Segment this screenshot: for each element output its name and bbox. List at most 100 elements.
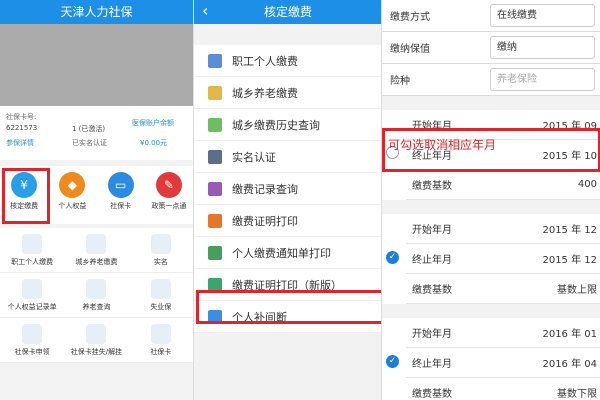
menu-item-label: 缴费证明打印（新版）	[232, 278, 342, 292]
grid-item-label: 社保卡	[150, 348, 172, 356]
grid-item[interactable]: 社保卡挂失/解挂	[64, 318, 128, 362]
field-label: 缴纳保值	[390, 44, 430, 55]
card-status: 1 (已激活)	[72, 125, 106, 133]
grid-item-label: 养老查询	[82, 303, 111, 311]
menu-item-label: 城乡缴费历史查询	[232, 118, 320, 132]
row-label: 缴费基数	[412, 285, 452, 296]
period-row: 开始年月 2015 年 12	[406, 214, 600, 244]
menu-item-label: 城乡养老缴费	[232, 86, 298, 100]
period-block: 开始年月 2015 年 12 终止年月 2015 年 12 缴费基数 基数上限 ✓	[382, 214, 600, 304]
menu-item-label: 缴费证明打印	[232, 214, 298, 228]
row-value: 2015 年 09	[542, 121, 597, 132]
menu-item[interactable]: 缴费证明打印	[194, 205, 382, 237]
row-value: 400	[577, 179, 597, 190]
policy-icon: ✎	[155, 172, 182, 198]
grid-item-label: 实名	[153, 258, 168, 266]
document-icon	[208, 53, 222, 68]
notice-icon	[208, 245, 222, 260]
grid-item[interactable]: 社保卡	[129, 318, 193, 362]
row-label: 终止年月	[412, 255, 452, 266]
menu-item[interactable]: 缴费记录查询	[194, 173, 382, 205]
icon-label: 核定缴费	[10, 202, 39, 210]
row-label: 终止年月	[412, 359, 452, 370]
row-label: 缴费基数	[412, 181, 452, 192]
rights-icon: ◆	[59, 172, 86, 198]
app-header: 天津人力社保	[0, 0, 193, 24]
icon-label: 个人权益	[58, 202, 87, 210]
detail-link[interactable]: 参保详情	[6, 138, 34, 148]
payment-method-select[interactable]: 在线缴费	[490, 4, 595, 27]
period-row: 缴费基数 基数下限	[406, 378, 600, 400]
service-icon	[150, 279, 171, 299]
menu-item[interactable]: 城乡缴费历史查询	[194, 109, 382, 141]
menu-item[interactable]: 缴费证明打印（新版）	[194, 269, 382, 301]
insurance-select[interactable]: 养老保险	[490, 68, 595, 91]
period-row: 缴费基数 400	[406, 170, 600, 200]
form-row-payment-method: 缴费方式 在线缴费	[382, 0, 600, 32]
icon-policy[interactable]: ✎ 政策一点通	[146, 172, 192, 211]
check-icon[interactable]: ✓	[386, 355, 399, 368]
card-label: 社保卡号:	[6, 113, 37, 121]
card-icon	[208, 309, 222, 324]
field-label: 险种	[390, 76, 410, 87]
record-icon	[208, 181, 222, 196]
menu-item[interactable]: 城乡养老缴费	[194, 77, 382, 109]
menu-item[interactable]: 个人缴费通知单打印	[194, 237, 382, 269]
row-label: 开始年月	[412, 121, 452, 132]
row-value: 基数下限	[557, 389, 597, 400]
app-title: 天津人力社保	[60, 5, 133, 19]
service-icon	[86, 324, 107, 344]
back-icon[interactable]: ‹	[202, 0, 208, 22]
card-number: 6221573	[6, 124, 38, 132]
service-icon	[86, 279, 107, 299]
row-value: 2016 年 01	[542, 329, 597, 340]
icon-assess-payment[interactable]: ¥ 核定缴费	[1, 172, 47, 211]
grid-row: 职工个人缴费 城乡养老缴费 实名	[0, 228, 193, 273]
grid-item[interactable]: 社保卡申领	[0, 318, 64, 362]
field-label: 缴费方式	[390, 12, 430, 23]
id-card-icon	[208, 149, 222, 164]
icon-social-card[interactable]: ▭ 社保卡	[98, 172, 144, 211]
history-icon	[208, 117, 222, 132]
check-icon[interactable]: ✓	[386, 251, 399, 264]
grid-item[interactable]: 实名	[129, 228, 193, 272]
icon-label: 社保卡	[110, 202, 132, 210]
service-icon	[22, 324, 43, 344]
icon-personal-rights[interactable]: ◆ 个人权益	[49, 172, 95, 211]
menu-item-label: 实名认证	[232, 150, 276, 164]
grid-item-label: 个人权益记录单	[7, 303, 57, 311]
print-icon	[208, 277, 222, 292]
row-value: 2015 年 12	[542, 225, 597, 236]
payment-menu-screen: ‹ 核定缴费 职工个人缴费 城乡养老缴费 城乡缴费历史查询 实名认证 缴费记录查…	[193, 0, 382, 400]
grid-item[interactable]: 个人权益记录单	[0, 273, 64, 317]
menu-item[interactable]: 实名认证	[194, 141, 382, 173]
period-block: 开始年月 2016 年 01 终止年月 2016 年 04 缴费基数 基数下限 ✓	[382, 318, 600, 400]
payment-menu: 职工个人缴费 城乡养老缴费 城乡缴费历史查询 实名认证 缴费记录查询 缴费证明打…	[194, 45, 382, 333]
service-icon	[86, 234, 107, 254]
row-value: 2015 年 10	[542, 151, 597, 162]
period-row: 开始年月 2016 年 01	[406, 318, 600, 348]
row-value: 2016 年 04	[542, 359, 597, 370]
period-row: 终止年月 2016 年 04	[406, 348, 600, 378]
menu-item[interactable]: 职工个人缴费	[194, 45, 382, 77]
yuan-icon	[208, 85, 222, 100]
medical-amount: ¥0.00元	[140, 139, 168, 147]
grid-item[interactable]: 养老查询	[64, 273, 128, 317]
menu-title: 核定缴费	[263, 5, 312, 19]
row-label: 缴费基数	[412, 389, 452, 400]
service-icon	[22, 279, 43, 299]
gap-payment-screen: 缴费方式 在线缴费 缴纳保值 缴纳 险种 养老保险 开始年月 2015 年 09 …	[381, 0, 600, 400]
grid-item[interactable]: 城乡养老缴费	[64, 228, 128, 272]
grid-item-label: 社保卡挂失/解挂	[70, 348, 123, 356]
menu-item-label: 职工个人缴费	[232, 54, 298, 68]
realname-status: 已实名认证	[72, 139, 107, 147]
row-label: 开始年月	[412, 225, 452, 236]
grid-item[interactable]: 失业保	[129, 273, 193, 317]
preserve-select[interactable]: 缴纳	[490, 36, 595, 59]
row-value: 基数上限	[557, 285, 597, 296]
grid-item-label: 失业保	[150, 303, 172, 311]
grid-item[interactable]: 职工个人缴费	[0, 228, 64, 272]
service-icon	[150, 324, 171, 344]
menu-item-personal-gap[interactable]: 个人补间断	[194, 301, 382, 333]
grid-item-label: 职工个人缴费	[11, 258, 54, 266]
